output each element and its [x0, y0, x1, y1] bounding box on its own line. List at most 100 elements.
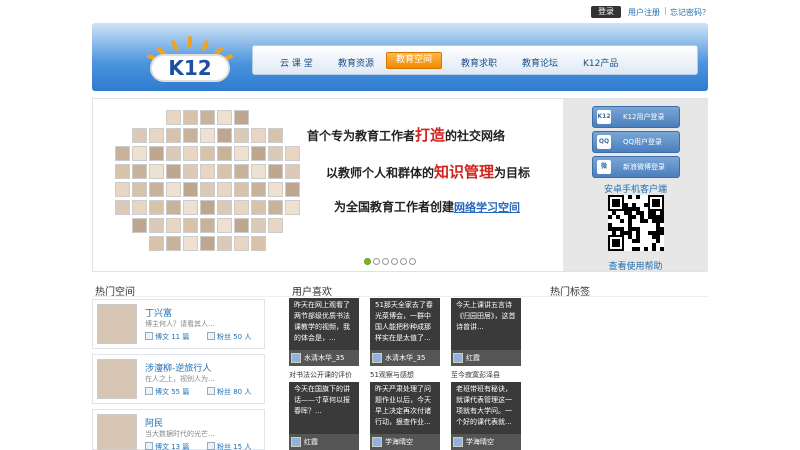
favorite-excerpt: 昨天严肃处理了问题作业以后，今天早上决定再次付诸行动，狠查作业... [375, 385, 431, 426]
author-avatar[interactable] [453, 353, 463, 363]
author-name[interactable]: 红霞 [304, 437, 318, 447]
qq-login-button[interactable]: QQ QQ用户登录 [592, 131, 680, 153]
avatar[interactable] [97, 359, 137, 399]
teacher-photo [149, 236, 164, 251]
teacher-photo [234, 128, 249, 143]
favorite-card[interactable]: 昨天在网上观看了两节部级优质书法课教学的视频，我的体会是，... 水清木华_35 [289, 298, 359, 366]
site-logo[interactable]: K12 [143, 36, 237, 84]
teacher-photo [183, 110, 198, 125]
slogan-line-3: 为全国教育工作者创建网络学习空间 [334, 198, 520, 215]
author-name[interactable]: 学海晴空 [466, 437, 494, 447]
slogan-1-highlight: 打造 [415, 126, 446, 144]
carousel-dot[interactable] [391, 258, 398, 265]
teacher-photo [200, 236, 215, 251]
teacher-photo [234, 110, 249, 125]
qr-code-icon [608, 195, 664, 251]
register-link[interactable]: 用户注册 [628, 7, 660, 18]
favorite-card[interactable]: 今天在国旗下的讲话——寸草何以报春晖？... 红霞 [289, 382, 359, 450]
teacher-photo [115, 146, 130, 161]
favorite-title[interactable]: 至今寂寞彭泽县 [451, 370, 500, 380]
space-card[interactable]: 阿民 当大数据时代的光芒... 博文 13 篇 粉丝 15 人 [92, 409, 265, 450]
favorite-card[interactable]: 昨天严肃处理了问题作业以后，今天早上决定再次付诸行动，狠查作业... 学海晴空 [370, 382, 440, 450]
author-name[interactable]: 水清木华_35 [385, 353, 425, 363]
teacher-photo [268, 218, 283, 233]
posts-count: 博文 11 篇 [155, 333, 190, 341]
slogan-line-1: 首个专为教育工作者打造的社交网络 [307, 124, 505, 145]
teacher-photo [234, 200, 249, 215]
space-name[interactable]: 涉濅柳-逆旅行人 [145, 361, 211, 374]
forgot-password-link[interactable]: 忘记密码？ [670, 7, 710, 18]
carousel-dot[interactable] [364, 258, 371, 265]
avatar[interactable] [97, 304, 137, 344]
teacher-photo [166, 218, 181, 233]
carousel-dot[interactable] [382, 258, 389, 265]
weibo-icon: 微 [597, 160, 611, 174]
fans-count: 粉丝 80 人 [217, 388, 252, 396]
teacher-photo [251, 182, 266, 197]
teacher-photo [149, 146, 164, 161]
author-avatar[interactable] [291, 353, 301, 363]
login-button[interactable]: 登录 [591, 6, 621, 18]
teacher-photo [285, 182, 300, 197]
k12-login-label: K12用户登录 [623, 113, 665, 121]
favorite-author-bar: 学海晴空 [451, 434, 521, 450]
teacher-photo [132, 128, 147, 143]
slogan-1-text: 首个专为教育工作者 [307, 129, 416, 143]
space-card[interactable]: 丁兴富 博主何人？请看其人... 博文 11 篇 粉丝 50 人 [92, 299, 265, 349]
space-name[interactable]: 阿民 [145, 416, 163, 429]
carousel-dot[interactable] [400, 258, 407, 265]
teacher-photo [251, 128, 266, 143]
slogan-line-2: 以教师个人和群体的知识管理为目标 [326, 161, 530, 182]
author-avatar[interactable] [372, 437, 382, 447]
fans-count: 粉丝 15 人 [217, 443, 252, 450]
teacher-photo [166, 110, 181, 125]
favorite-title[interactable]: 对书法公开课的评价 [289, 370, 352, 380]
favorite-card[interactable]: 老班带班有秘诀，就课代表管理这一项就有大学问。一个好的课代表就... 学海晴空 [451, 382, 521, 450]
favorite-excerpt: 昨天在网上观看了两节部级优质书法课教学的视频，我的体会是，... [294, 301, 350, 342]
teacher-photo [200, 200, 215, 215]
favorite-card[interactable]: 今天上课讲五言诗《归园田居》，这首诗曾讲... 红霞 [451, 298, 521, 366]
teacher-photo [217, 110, 232, 125]
nav-item-products[interactable]: K12产品 [583, 56, 618, 69]
space-name[interactable]: 丁兴富 [145, 306, 172, 319]
teacher-photo [149, 164, 164, 179]
help-link[interactable]: 查看使用帮助 [563, 259, 708, 272]
teacher-photo [200, 146, 215, 161]
nav-item-forum[interactable]: 教育论坛 [522, 56, 558, 69]
teacher-photo [268, 164, 283, 179]
nav-item-space[interactable]: 教育空间 [386, 52, 442, 69]
android-client-link[interactable]: 安卓手机客户端 [563, 182, 708, 195]
teacher-photo [268, 200, 283, 215]
teacher-photo [166, 164, 181, 179]
weibo-login-button[interactable]: 微 新浪微博登录 [592, 156, 680, 178]
posts-icon [145, 442, 153, 450]
author-name[interactable]: 红霞 [466, 353, 480, 363]
teacher-photo [132, 200, 147, 215]
teacher-photo [115, 164, 130, 179]
fans-count: 粉丝 50 人 [217, 333, 252, 341]
carousel-dot[interactable] [409, 258, 416, 265]
author-name[interactable]: 学海晴空 [385, 437, 413, 447]
favorite-card[interactable]: 51那天全家去了春光菜博会，一群中国人能把秒种成那样实在是太值了... 水清木华… [370, 298, 440, 366]
teacher-photo [234, 146, 249, 161]
k12-login-button[interactable]: K12 K12用户登录 [592, 106, 680, 128]
carousel-dot[interactable] [373, 258, 380, 265]
posts-icon [145, 332, 153, 340]
space-card[interactable]: 涉濅柳-逆旅行人 在人之上，视别人为... 博文 55 篇 粉丝 80 人 [92, 354, 265, 404]
author-name[interactable]: 水清木华_35 [304, 353, 344, 363]
nav-item-cloud-class[interactable]: 云 课 堂 [280, 56, 313, 69]
teacher-photo [166, 200, 181, 215]
avatar[interactable] [97, 414, 137, 450]
teacher-photo [132, 218, 147, 233]
teacher-photo [217, 146, 232, 161]
nav-item-jobs[interactable]: 教育求职 [461, 56, 497, 69]
slogan-2-text: 以教师个人和群体的 [326, 166, 435, 180]
nav-item-resources[interactable]: 教育资源 [338, 56, 374, 69]
author-avatar[interactable] [372, 353, 382, 363]
teacher-photo [234, 164, 249, 179]
author-avatar[interactable] [291, 437, 301, 447]
author-avatar[interactable] [453, 437, 463, 447]
logo-text: K12 [150, 54, 230, 82]
teacher-photo [200, 164, 215, 179]
favorite-title[interactable]: 51观察与感想 [370, 370, 414, 380]
